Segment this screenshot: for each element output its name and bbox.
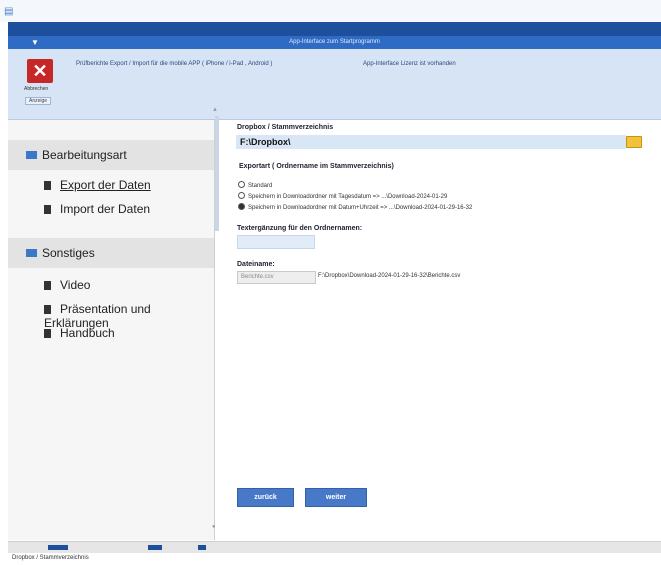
radio-tagesdatum[interactable]: Speichern in Downloadordner mit Tagesdat… [238, 192, 447, 200]
dropbox-label: Dropbox / Stammverzeichnis [237, 124, 334, 131]
window-title: App-Interface zum Startprogramm [289, 39, 380, 45]
sidebar-section-sonstiges: Sonstiges [8, 238, 214, 268]
section-square-icon [26, 151, 37, 159]
radio-label: Speichern in Downloadordner mit Tagesdat… [248, 194, 448, 200]
sidebar-item-export[interactable]: Export der Daten [44, 178, 151, 192]
next-button[interactable]: weiter [305, 488, 367, 507]
close-button[interactable]: ✕ [27, 59, 53, 83]
back-button[interactable]: zurück [237, 488, 294, 507]
bottom-bar-segment [48, 545, 68, 550]
bottom-bar-segment [198, 545, 206, 550]
sidebar-item-label: Video [60, 278, 91, 292]
radio-standard[interactable]: Standard [238, 181, 272, 189]
app-menu-icon[interactable]: ▤ [4, 6, 13, 17]
sidebar-item-handbuch[interactable]: Handbuch [44, 326, 115, 340]
section-square-icon [26, 249, 37, 257]
textergaenzung-input[interactable] [237, 235, 315, 249]
scroll-down-icon[interactable]: ● [212, 524, 216, 530]
ribbon-group-anzeige[interactable]: Anzeige [25, 97, 52, 105]
radio-circle-icon [238, 181, 245, 188]
sidebar-item-label: Import der Daten [60, 202, 151, 216]
title-bar [8, 22, 661, 36]
sidebar-scrollbar[interactable]: ▲ ● [212, 107, 220, 532]
full-file-path: F:\Dropbox\Download-2024-01-29-16-32\Ber… [318, 273, 461, 279]
dateiname-label: Dateiname: [237, 261, 275, 268]
window-title-bar: ▼ App-Interface zum Startprogramm [8, 36, 661, 49]
textergaenzung-label: Textergänzung für den Ordnernamen: [237, 225, 363, 232]
scroll-up-icon[interactable]: ▲ [212, 107, 218, 113]
document-icon [44, 329, 51, 338]
status-bar-text: Dropbox / Stammverzeichnis [12, 555, 89, 561]
ribbon-info-text: Prüfberichte Export / Import für die mob… [76, 61, 273, 67]
folder-icon[interactable] [626, 136, 642, 148]
radio-label: Standard [248, 183, 273, 189]
sidebar-item-import[interactable]: Import der Daten [44, 202, 150, 216]
exportart-label: Exportart ( Ordnername im Stammverzeichn… [239, 163, 394, 170]
close-button-label: Abbrechen [24, 86, 49, 92]
bottom-scroll-bar[interactable] [8, 541, 661, 553]
radio-label: Speichern in Downloadordner mit Datum+Uh… [248, 205, 473, 211]
document-icon [44, 281, 51, 290]
top-strip: ▤ [0, 0, 661, 22]
document-icon [44, 181, 51, 190]
sidebar-item-label: Export der Daten [60, 178, 151, 192]
sidebar-item-label: Handbuch [60, 326, 115, 340]
dropbox-path-field[interactable]: F:\Dropbox\ [236, 135, 626, 149]
section-label: Sonstiges [42, 246, 95, 260]
sidebar-item-video[interactable]: Video [44, 278, 90, 292]
radio-datum-uhrzeit[interactable]: Speichern in Downloadordner mit Datum+Uh… [238, 203, 472, 211]
scrollbar-thumb[interactable] [215, 116, 219, 231]
document-icon [44, 205, 51, 214]
dateiname-input[interactable]: Berichte.csv [237, 271, 316, 284]
document-icon [44, 305, 51, 314]
ribbon: ✕ Abbrechen Anzeige Prüfberichte Export … [8, 49, 661, 120]
sidebar: Bearbeitungsart Export der Daten Import … [8, 120, 215, 540]
radio-circle-icon [238, 192, 245, 199]
radio-circle-selected-icon [238, 203, 245, 210]
license-status-text: App-Interface Lizenz ist vorhanden [363, 61, 456, 67]
section-label: Bearbeitungsart [42, 148, 127, 162]
bottom-bar-segment [148, 545, 162, 550]
sidebar-section-bearbeitungsart: Bearbeitungsart [8, 140, 214, 170]
